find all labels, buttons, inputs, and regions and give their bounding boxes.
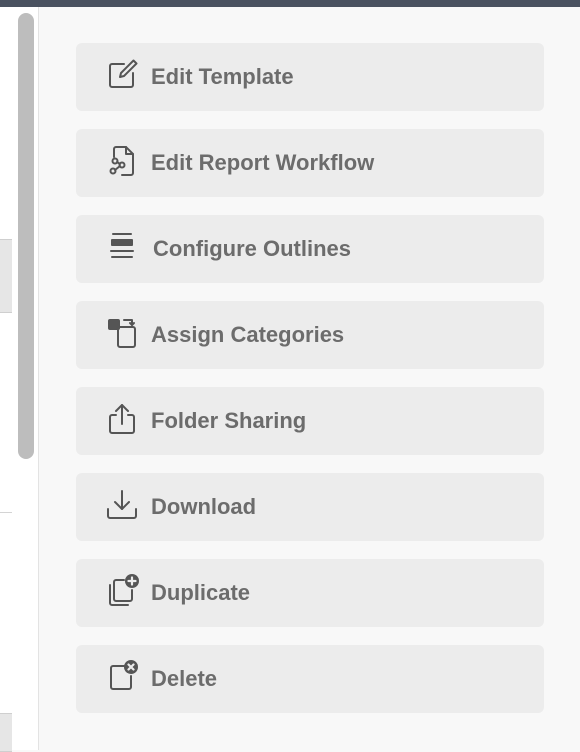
folder-sharing-label: Folder Sharing	[151, 408, 307, 433]
folder-sharing-button[interactable]: Folder Sharing	[76, 387, 544, 455]
download-label: Download	[151, 494, 257, 519]
share-icon	[104, 401, 140, 437]
outline-icon	[104, 229, 140, 265]
edit-report-workflow-button[interactable]: Edit Report Workflow	[76, 129, 544, 197]
top-bar	[0, 0, 580, 7]
categories-icon	[104, 315, 140, 351]
configure-outlines-label: Configure Outlines	[153, 236, 351, 261]
duplicate-button[interactable]: Duplicate	[76, 559, 544, 627]
duplicate-icon	[104, 573, 140, 609]
download-button[interactable]: Download	[76, 473, 544, 541]
duplicate-label: Duplicate	[151, 580, 251, 605]
actions-menu: Edit Template Edit Report Workflow Confi…	[76, 43, 544, 731]
left-panel-divider	[0, 512, 12, 513]
edit-icon	[104, 57, 140, 93]
delete-button[interactable]: Delete	[76, 645, 544, 713]
download-icon	[104, 487, 140, 523]
delete-icon	[104, 659, 140, 695]
left-panel-row-strip	[0, 239, 12, 313]
configure-outlines-button[interactable]: Configure Outlines	[76, 215, 544, 283]
edit-report-workflow-label: Edit Report Workflow	[151, 150, 375, 175]
scrollbar-thumb[interactable]	[18, 13, 34, 459]
delete-label: Delete	[151, 666, 218, 691]
assign-categories-label: Assign Categories	[151, 322, 345, 347]
edit-template-label: Edit Template	[151, 64, 294, 89]
assign-categories-button[interactable]: Assign Categories	[76, 301, 544, 369]
left-panel-row-strip	[0, 713, 12, 752]
edit-template-button[interactable]: Edit Template	[76, 43, 544, 111]
workflow-icon	[104, 143, 140, 179]
